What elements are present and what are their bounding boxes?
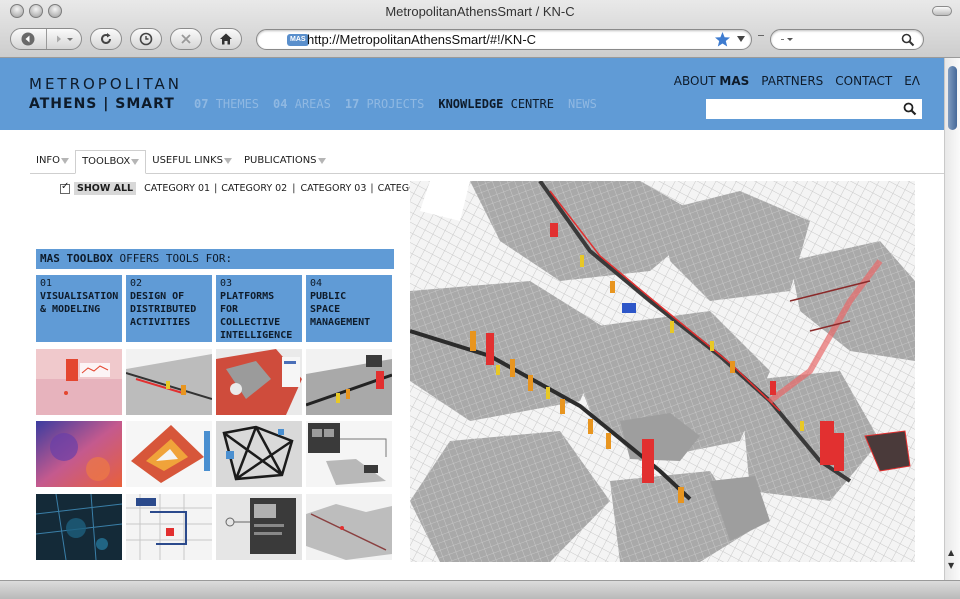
filter-separator: | bbox=[370, 183, 374, 194]
filter-separator: | bbox=[292, 183, 296, 194]
site-logo-line2[interactable]: ATHENS | SMART bbox=[29, 96, 175, 112]
caret-down-icon bbox=[223, 158, 232, 164]
tab-publications[interactable]: PUBLICATIONS bbox=[238, 150, 332, 174]
filter-category-02[interactable]: CATEGORY 02 bbox=[221, 183, 287, 194]
toolbar-separator bbox=[758, 35, 764, 36]
thumbnail-image bbox=[36, 421, 122, 487]
search-icon[interactable] bbox=[901, 33, 915, 47]
thumbnail-image bbox=[36, 349, 122, 415]
thumbnail-image bbox=[306, 421, 392, 487]
tool-thumbnail[interactable] bbox=[216, 349, 302, 415]
main-navigation: 07 THEMES 04 AREAS 17 PROJECTS KNOWLEDGE… bbox=[194, 97, 597, 111]
bookmark-star-icon[interactable] bbox=[714, 31, 731, 48]
tool-thumbnail[interactable] bbox=[36, 349, 122, 415]
show-all-filter[interactable]: SHOW ALL bbox=[74, 182, 137, 195]
scrollbar-thumb[interactable] bbox=[948, 66, 957, 130]
reload-icon bbox=[101, 33, 111, 44]
toolbox-heading: MAS TOOLBOX OFFERS TOOLS FOR: bbox=[36, 249, 394, 269]
forward-button[interactable] bbox=[45, 29, 81, 49]
back-arrow-icon bbox=[21, 32, 35, 46]
tool-thumbnail[interactable] bbox=[306, 349, 392, 415]
site-logo-line1[interactable]: METROPOLITAN bbox=[29, 75, 182, 93]
thumbnail-image bbox=[216, 494, 302, 560]
page-scrollbar[interactable]: ▲ ▼ bbox=[944, 58, 960, 580]
partners-link[interactable]: PARTNERS bbox=[761, 74, 823, 88]
tool-thumbnail[interactable] bbox=[126, 421, 212, 487]
search-engine-dropdown-icon[interactable] bbox=[781, 36, 795, 44]
site-search-input[interactable] bbox=[706, 99, 922, 119]
tool-thumbnail[interactable] bbox=[126, 494, 212, 560]
address-bar[interactable]: MAS http://MetropolitanAthensSmart/#!/KN… bbox=[256, 29, 752, 50]
toolbar-toggle-button[interactable] bbox=[932, 6, 952, 16]
browser-chrome: MetropolitanAthensSmart / KN-C MAS http:… bbox=[0, 0, 960, 58]
thumbnail-image bbox=[216, 421, 302, 487]
toolbox-category-03[interactable]: 03 PLATFORMS FOR COLLECTIVE INTELLIGENCE bbox=[216, 275, 302, 342]
thumbnail-image bbox=[306, 349, 392, 415]
stop-button[interactable] bbox=[170, 28, 202, 50]
site-favicon: MAS bbox=[287, 34, 309, 46]
tool-thumbnail[interactable] bbox=[306, 421, 392, 487]
thumbnail-image bbox=[36, 494, 122, 560]
window-bottom-bar bbox=[0, 580, 960, 599]
tab-info[interactable]: INFO bbox=[30, 150, 75, 174]
thumbnail-image bbox=[126, 494, 212, 560]
window-title: MetropolitanAthensSmart / KN-C bbox=[385, 4, 575, 19]
tool-thumbnail[interactable] bbox=[216, 494, 302, 560]
about-mas-link[interactable]: ABOUT MAS bbox=[674, 74, 750, 88]
thumbnail-image bbox=[126, 349, 212, 415]
nav-item-areas[interactable]: 04 AREAS bbox=[273, 97, 331, 111]
back-button[interactable] bbox=[11, 29, 46, 49]
nav-item-themes[interactable]: 07 THEMES bbox=[194, 97, 259, 111]
language-switch-link[interactable]: ΕΛ bbox=[904, 74, 920, 88]
map-image bbox=[410, 181, 915, 562]
show-all-checkbox[interactable] bbox=[60, 181, 70, 194]
thumbnail-image bbox=[216, 349, 302, 415]
title-bar: MetropolitanAthensSmart / KN-C bbox=[0, 0, 960, 22]
nav-item-projects[interactable]: 17 PROJECTS bbox=[345, 97, 424, 111]
tab-toolbox[interactable]: TOOLBOX bbox=[75, 150, 147, 174]
close-icon bbox=[181, 34, 191, 44]
search-icon[interactable] bbox=[903, 102, 917, 116]
tool-thumbnail[interactable] bbox=[36, 421, 122, 487]
home-icon bbox=[220, 33, 232, 45]
caret-down-icon bbox=[317, 158, 326, 164]
category-filter-row: SHOW ALL CATEGORY 01 | CATEGORY 02 | CAT… bbox=[60, 181, 444, 195]
city-map-visualisation[interactable] bbox=[410, 181, 915, 562]
thumbnail-image bbox=[306, 494, 392, 560]
tool-thumbnail[interactable] bbox=[216, 421, 302, 487]
tool-thumbnail[interactable] bbox=[126, 349, 212, 415]
history-button[interactable] bbox=[130, 28, 162, 50]
filter-category-03[interactable]: CATEGORY 03 bbox=[300, 183, 366, 194]
tab-useful-links[interactable]: USEFUL LINKS bbox=[146, 150, 238, 174]
forward-arrow-icon bbox=[56, 35, 73, 43]
nav-item-news[interactable]: NEWS bbox=[568, 97, 597, 111]
toolbox-category-02[interactable]: 02 DESIGN OF DISTRIBUTED ACTIVITIES bbox=[126, 275, 212, 342]
nav-item-knowledge-centre[interactable]: KNOWLEDGE CENTRE bbox=[438, 97, 554, 111]
tool-thumbnail[interactable] bbox=[36, 494, 122, 560]
filter-separator: | bbox=[214, 183, 218, 194]
filter-category-01[interactable]: CATEGORY 01 bbox=[144, 183, 210, 194]
toolbox-category-01[interactable]: 01 VISUALISATION & MODELING bbox=[36, 275, 122, 342]
reload-button[interactable] bbox=[90, 28, 122, 50]
site-header: METROPOLITAN ATHENS | SMART 07 THEMES 04… bbox=[0, 58, 944, 130]
caret-down-icon bbox=[131, 159, 140, 165]
thumbnail-image bbox=[126, 421, 212, 487]
tool-thumbnail[interactable] bbox=[306, 494, 392, 560]
home-button[interactable] bbox=[210, 28, 242, 50]
address-bar-url[interactable]: http://MetropolitanAthensSmart/#!/KN-C bbox=[307, 32, 536, 47]
contact-link[interactable]: CONTACT bbox=[835, 74, 892, 88]
toolbox-category-04[interactable]: 04 PUBLIC SPACE MANAGEMENT bbox=[306, 275, 392, 342]
back-forward-group bbox=[10, 28, 82, 50]
scroll-down-arrow-icon[interactable]: ▼ bbox=[948, 561, 954, 570]
scroll-up-arrow-icon[interactable]: ▲ bbox=[948, 548, 954, 557]
top-links: ABOUT MAS PARTNERS CONTACT ΕΛ bbox=[674, 74, 920, 88]
clock-icon bbox=[139, 32, 153, 46]
caret-down-icon bbox=[61, 158, 70, 164]
sub-navigation: INFO TOOLBOX USEFUL LINKS PUBLICATIONS bbox=[30, 150, 944, 174]
chevron-down-icon[interactable] bbox=[737, 36, 745, 42]
browser-search-field[interactable] bbox=[770, 29, 924, 50]
